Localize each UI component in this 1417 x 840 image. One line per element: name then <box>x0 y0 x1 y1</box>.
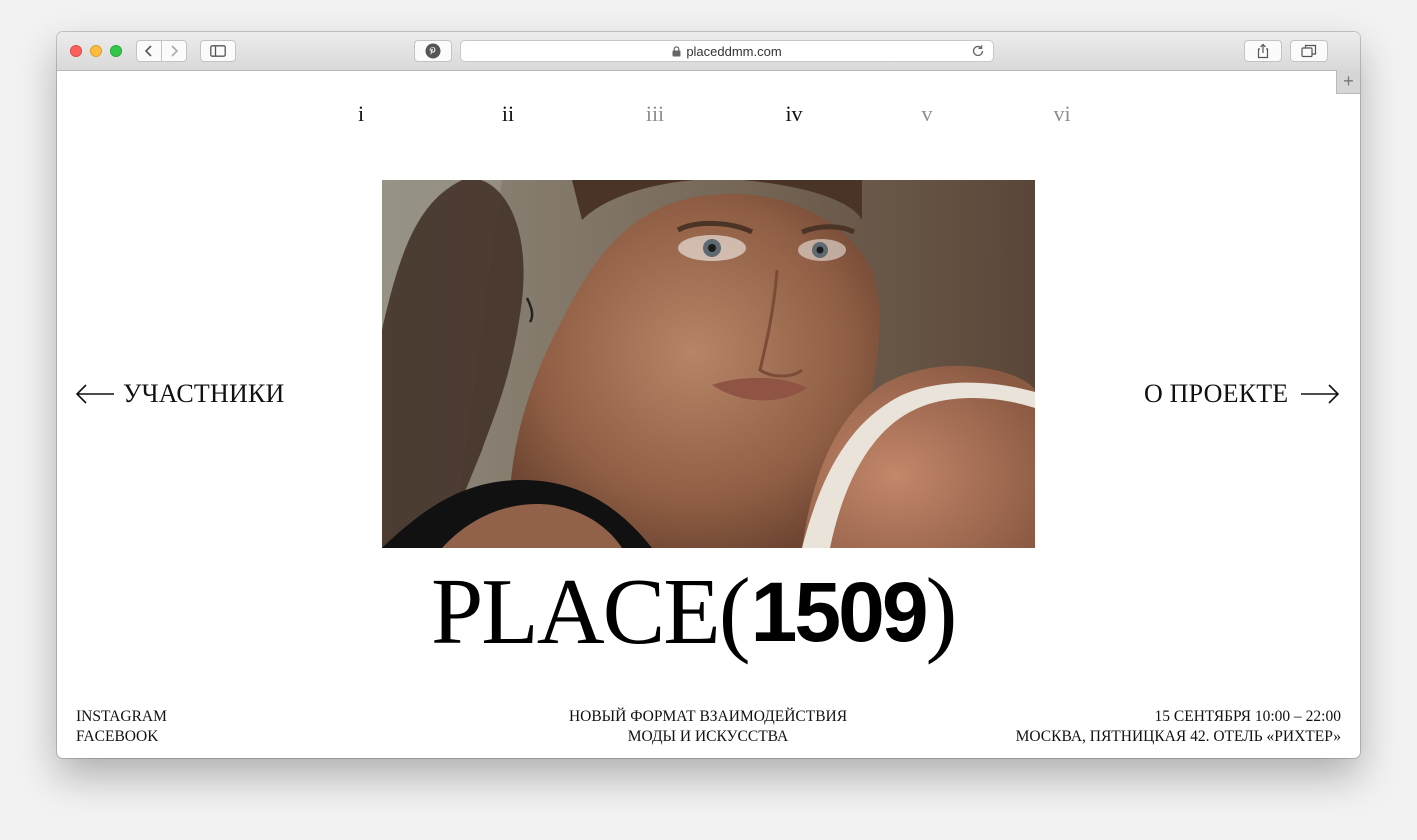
arrow-left-icon <box>75 384 114 404</box>
zoom-window-button[interactable] <box>110 45 122 57</box>
tagline-line-1: НОВЫЙ ФОРМАТ ВЗАИМОДЕЙСТВИЯ <box>568 708 848 725</box>
tabs-icon <box>1301 44 1317 58</box>
nav-item-i[interactable]: i <box>358 101 364 127</box>
event-location: МОСКВА, ПЯТНИЦКАЯ 42. ОТЕЛЬ «РИХТЕР» <box>1015 728 1341 745</box>
back-button[interactable] <box>136 40 162 62</box>
nav-item-iii[interactable]: iii <box>646 101 664 127</box>
url-text: placeddmm.com <box>686 43 782 59</box>
social-links: INSTAGRAM FACEBOOK <box>76 707 167 747</box>
participants-link[interactable]: УЧАСТНИКИ <box>75 379 284 409</box>
address-bar[interactable]: placeddmm.com <box>460 40 994 62</box>
facebook-link[interactable]: FACEBOOK <box>76 727 167 747</box>
about-project-link-label: О ПРОЕКТЕ <box>1144 379 1289 408</box>
tabs-overview-button[interactable] <box>1290 40 1328 62</box>
nav-item-ii[interactable]: ii <box>502 101 514 127</box>
page-content: i ii iii iv v vi УЧАСТНИКИ О ПРОЕКТЕ PLA… <box>57 71 1360 758</box>
close-window-button[interactable] <box>70 45 82 57</box>
brand-number: 1509 <box>750 565 929 659</box>
nav-item-iv[interactable]: iv <box>785 101 802 127</box>
pinterest-extension-button[interactable] <box>414 40 452 62</box>
event-info: 15 СЕНТЯБРЯ 10:00 – 22:00 МОСКВА, ПЯТНИЦ… <box>1016 707 1341 747</box>
browser-toolbar: placeddmm.com <box>57 32 1360 71</box>
reload-icon[interactable] <box>971 44 985 61</box>
sidebar-button[interactable] <box>200 40 236 62</box>
about-project-link[interactable]: О ПРОЕКТЕ <box>1144 379 1340 409</box>
forward-button[interactable] <box>161 40 187 62</box>
tagline: НОВЫЙ ФОРМАТ ВЗАИМОДЕЙСТВИЯ МОДЫ И ИСКУС… <box>508 707 908 747</box>
brand-word: PLACE <box>431 560 721 664</box>
chevron-left-icon <box>144 45 152 57</box>
nav-item-v[interactable]: v <box>922 101 933 127</box>
share-icon <box>1257 43 1269 59</box>
sidebar-icon <box>210 45 226 57</box>
participants-link-label: УЧАСТНИКИ <box>123 379 285 408</box>
brand-logo: PLACE ( 1509 ) <box>431 557 958 667</box>
brand-close-paren: ) <box>925 558 958 665</box>
brand-open-paren: ( <box>718 558 751 665</box>
event-date: 15 СЕНТЯБРЯ 10:00 – 22:00 <box>1154 708 1341 725</box>
browser-window: placeddmm.com + i ii iii iv v vi УЧАСТНИ… <box>57 32 1360 758</box>
share-button[interactable] <box>1244 40 1282 62</box>
instagram-link[interactable]: INSTAGRAM <box>76 707 167 727</box>
pinterest-icon <box>425 43 441 59</box>
minimize-window-button[interactable] <box>90 45 102 57</box>
hero-photo <box>382 180 1035 548</box>
chevron-right-icon <box>171 45 179 57</box>
lock-icon <box>672 45 681 57</box>
tagline-line-2: МОДЫ И ИСКУССТВА <box>627 728 789 745</box>
nav-item-vi[interactable]: vi <box>1053 101 1070 127</box>
arrow-right-icon <box>1301 384 1340 404</box>
